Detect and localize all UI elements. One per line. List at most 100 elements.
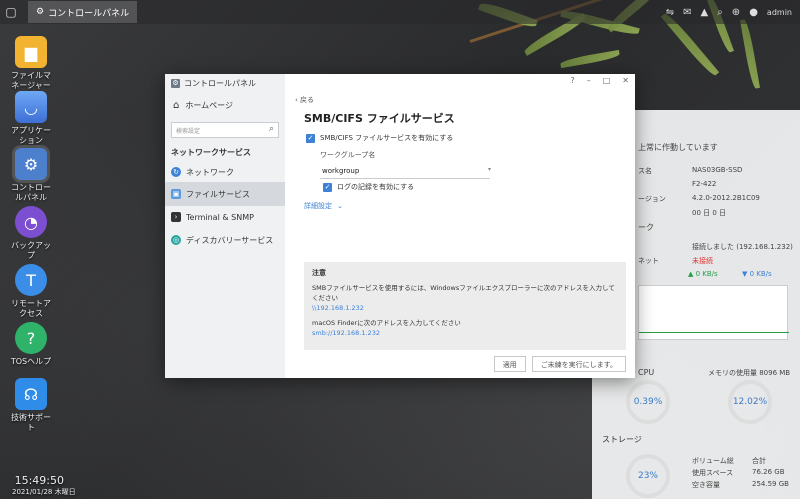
window-title-label: コントロールパネル — [184, 79, 256, 88]
upload-speed: ▲ 0 KB/s — [688, 270, 718, 278]
back-link[interactable]: ‹ 戻る — [295, 95, 314, 105]
gear-icon: ⚙ — [15, 148, 47, 180]
hint-text-windows: SMBファイルサービスを使用するには、Windowsファイルエクスプローラーに次… — [312, 284, 615, 302]
notification-icon[interactable]: ▲ — [700, 7, 708, 18]
monitor-key: ージョン — [638, 195, 666, 203]
taskbar: ▢ ⚙ コントロールパネル ⇋ ✉ ▲ ⌕ ⊕ ● admin — [0, 0, 800, 24]
storage-label: ストレージ — [602, 435, 642, 444]
usb-icon[interactable]: ⇋ — [666, 7, 674, 18]
checkbox-checked-icon: ✓ — [323, 182, 332, 192]
gear-icon: ⚙ — [36, 7, 45, 17]
desktop-icon-label: ファイルマネージャー — [11, 71, 51, 90]
storage-gauge: 23% — [626, 454, 670, 498]
sidebar-section-title: ネットワークサービス — [171, 148, 251, 157]
content-pane: ‹ 戻る SMB/CIFS ファイルサービス ✓ SMB/CIFS ファイルサー… — [285, 74, 635, 378]
storage-key: 使用スペース — [692, 469, 734, 477]
search-icon[interactable]: ⌕ — [269, 124, 274, 134]
monitor-value: 4.2.0-2012.2B1C09 — [692, 194, 760, 202]
monitor-value: 00 日 0 日 — [692, 209, 727, 217]
desktop-icon-remote[interactable]: T リモートアクセス — [8, 264, 54, 319]
network-graph — [638, 285, 789, 340]
graph-line — [639, 332, 789, 333]
desktop-clock: 15:49:50 2021/01/28 木曜日 — [12, 474, 76, 497]
footer-buttons: 適用 ご未練を実行にします。 — [493, 356, 626, 372]
desktop-icon-support[interactable]: ☊ 技術サポート — [8, 378, 54, 433]
desktop-icon-control-panel[interactable]: ⚙ コントロールパネル — [8, 148, 54, 203]
help-icon: ? — [15, 322, 47, 354]
monitor-value: NAS03GB-SSD — [692, 166, 743, 174]
hint-title: 注意 — [312, 269, 326, 277]
desktop-icon-backup[interactable]: ◔ バックアップ — [8, 206, 54, 261]
workgroup-label: ワークグループ名 — [320, 151, 376, 159]
remote-icon: T — [15, 264, 47, 296]
enable-log-checkbox[interactable]: ✓ ログの記録を有効にする — [323, 182, 414, 192]
memory-label: メモリの使用量 8096 MB — [708, 369, 791, 377]
enable-smb-checkbox[interactable]: ✓ SMB/CIFS ファイルサービスを有効にする — [306, 133, 453, 143]
headset-icon: ☊ — [15, 378, 47, 410]
desktop-icon-apps[interactable]: ◡ アプリケーション — [8, 91, 54, 146]
desktop-icon-help[interactable]: ? TOSヘルプ — [8, 322, 54, 367]
advanced-settings-label: 詳細設定 — [304, 202, 332, 210]
desktop-icon-label: バックアップ — [11, 241, 51, 260]
control-panel-window: ⚙ コントロールパネル ⌂ ホームページ 検索設定 ⌕ ネットワークサービス ↻… — [165, 74, 635, 378]
show-desktop-icon[interactable]: ▢ — [0, 1, 22, 23]
chevron-down-icon: ⌄ — [337, 202, 343, 210]
checkbox-checked-icon: ✓ — [306, 133, 315, 143]
mac-path-link[interactable]: smb://192.168.1.232 — [312, 328, 618, 338]
sidebar-item-terminal[interactable]: › Terminal & SNMP — [165, 205, 285, 229]
download-speed-value: 0 KB/s — [749, 270, 772, 278]
sidebar-item-file-service[interactable]: ▣ ファイルサービス — [165, 182, 285, 206]
page-title: SMB/CIFS ファイルサービス — [304, 112, 455, 125]
sidebar-item-network[interactable]: ↻ ネットワーク — [165, 160, 285, 184]
sidebar-item-label: ファイルサービス — [186, 189, 250, 199]
windows-path-link[interactable]: \\192.168.1.232 — [312, 303, 618, 313]
desktop-icon-label: TOSヘルプ — [10, 357, 52, 366]
workgroup-input[interactable]: workgroup — [320, 163, 490, 179]
memory-value: 12.02% — [732, 397, 768, 407]
storage-value-text: 合計 — [752, 457, 766, 465]
taskbar-app-control-panel[interactable]: ⚙ コントロールパネル — [28, 1, 138, 23]
monitor-value: 未接続 — [692, 257, 713, 265]
network-icon: ↻ — [171, 167, 181, 177]
user-icon[interactable]: ● — [749, 7, 758, 18]
desktop-icon-label: コントロールパネル — [11, 183, 51, 202]
apply-button[interactable]: 適用 — [493, 356, 526, 372]
language-icon[interactable]: ⊕ — [732, 7, 740, 18]
system-status: 上常に作動しています — [638, 143, 718, 152]
cpu-label: CPU — [638, 368, 655, 377]
home-icon: ⌂ — [173, 100, 180, 111]
monitor-value: 接続しました (192.168.1.232) — [692, 243, 793, 251]
folder-icon: ▆ — [15, 36, 47, 68]
monitor-key: ネット — [638, 257, 659, 265]
message-icon[interactable]: ✉ — [683, 7, 691, 18]
cpu-gauge: 0.39% — [626, 380, 670, 424]
cancel-button[interactable]: ご未練を実行にします。 — [531, 356, 626, 372]
download-speed: ▼ 0 KB/s — [742, 270, 772, 278]
sidebar-item-discovery[interactable]: ◎ ディスカバリーサービス — [165, 228, 285, 252]
discovery-icon: ◎ — [171, 235, 181, 245]
desktop-icon-label: アプリケーション — [11, 126, 51, 145]
cpu-value: 0.39% — [633, 397, 663, 407]
search-icon[interactable]: ⌕ — [717, 7, 723, 18]
user-label[interactable]: admin — [767, 8, 792, 17]
gear-icon: ⚙ — [171, 79, 180, 88]
sidebar-home[interactable]: ⌂ ホームページ — [173, 100, 233, 111]
enable-smb-label: SMB/CIFS ファイルサービスを有効にする — [320, 134, 454, 142]
enable-log-label: ログの記録を有効にする — [337, 183, 415, 191]
sidebar: ⚙ コントロールパネル ⌂ ホームページ 検索設定 ⌕ ネットワークサービス ↻… — [165, 74, 285, 378]
advanced-settings-toggle[interactable]: 詳細設定 ⌄ — [304, 201, 343, 211]
desktop-icon-file-manager[interactable]: ▆ ファイルマネージャー — [8, 36, 54, 91]
storage-key: ボリューム総 — [692, 457, 734, 465]
taskbar-app-label: コントロールパネル — [48, 8, 130, 19]
file-service-icon: ▣ — [171, 189, 181, 199]
window-title: ⚙ コントロールパネル — [171, 78, 256, 89]
storage-key: 空き容量 — [692, 481, 720, 489]
memory-gauge: 12.02% — [728, 380, 772, 424]
terminal-icon: › — [171, 212, 181, 222]
wallpaper-leaf — [559, 49, 621, 69]
search-field[interactable]: 検索設定 ⌕ — [171, 122, 279, 138]
chevron-left-icon: ‹ — [295, 96, 298, 104]
dropdown-caret-icon[interactable]: ▾ — [488, 166, 491, 173]
desktop-icon-label: リモートアクセス — [11, 299, 51, 318]
taskbar-tray: ⇋ ✉ ▲ ⌕ ⊕ ● admin — [666, 0, 792, 24]
